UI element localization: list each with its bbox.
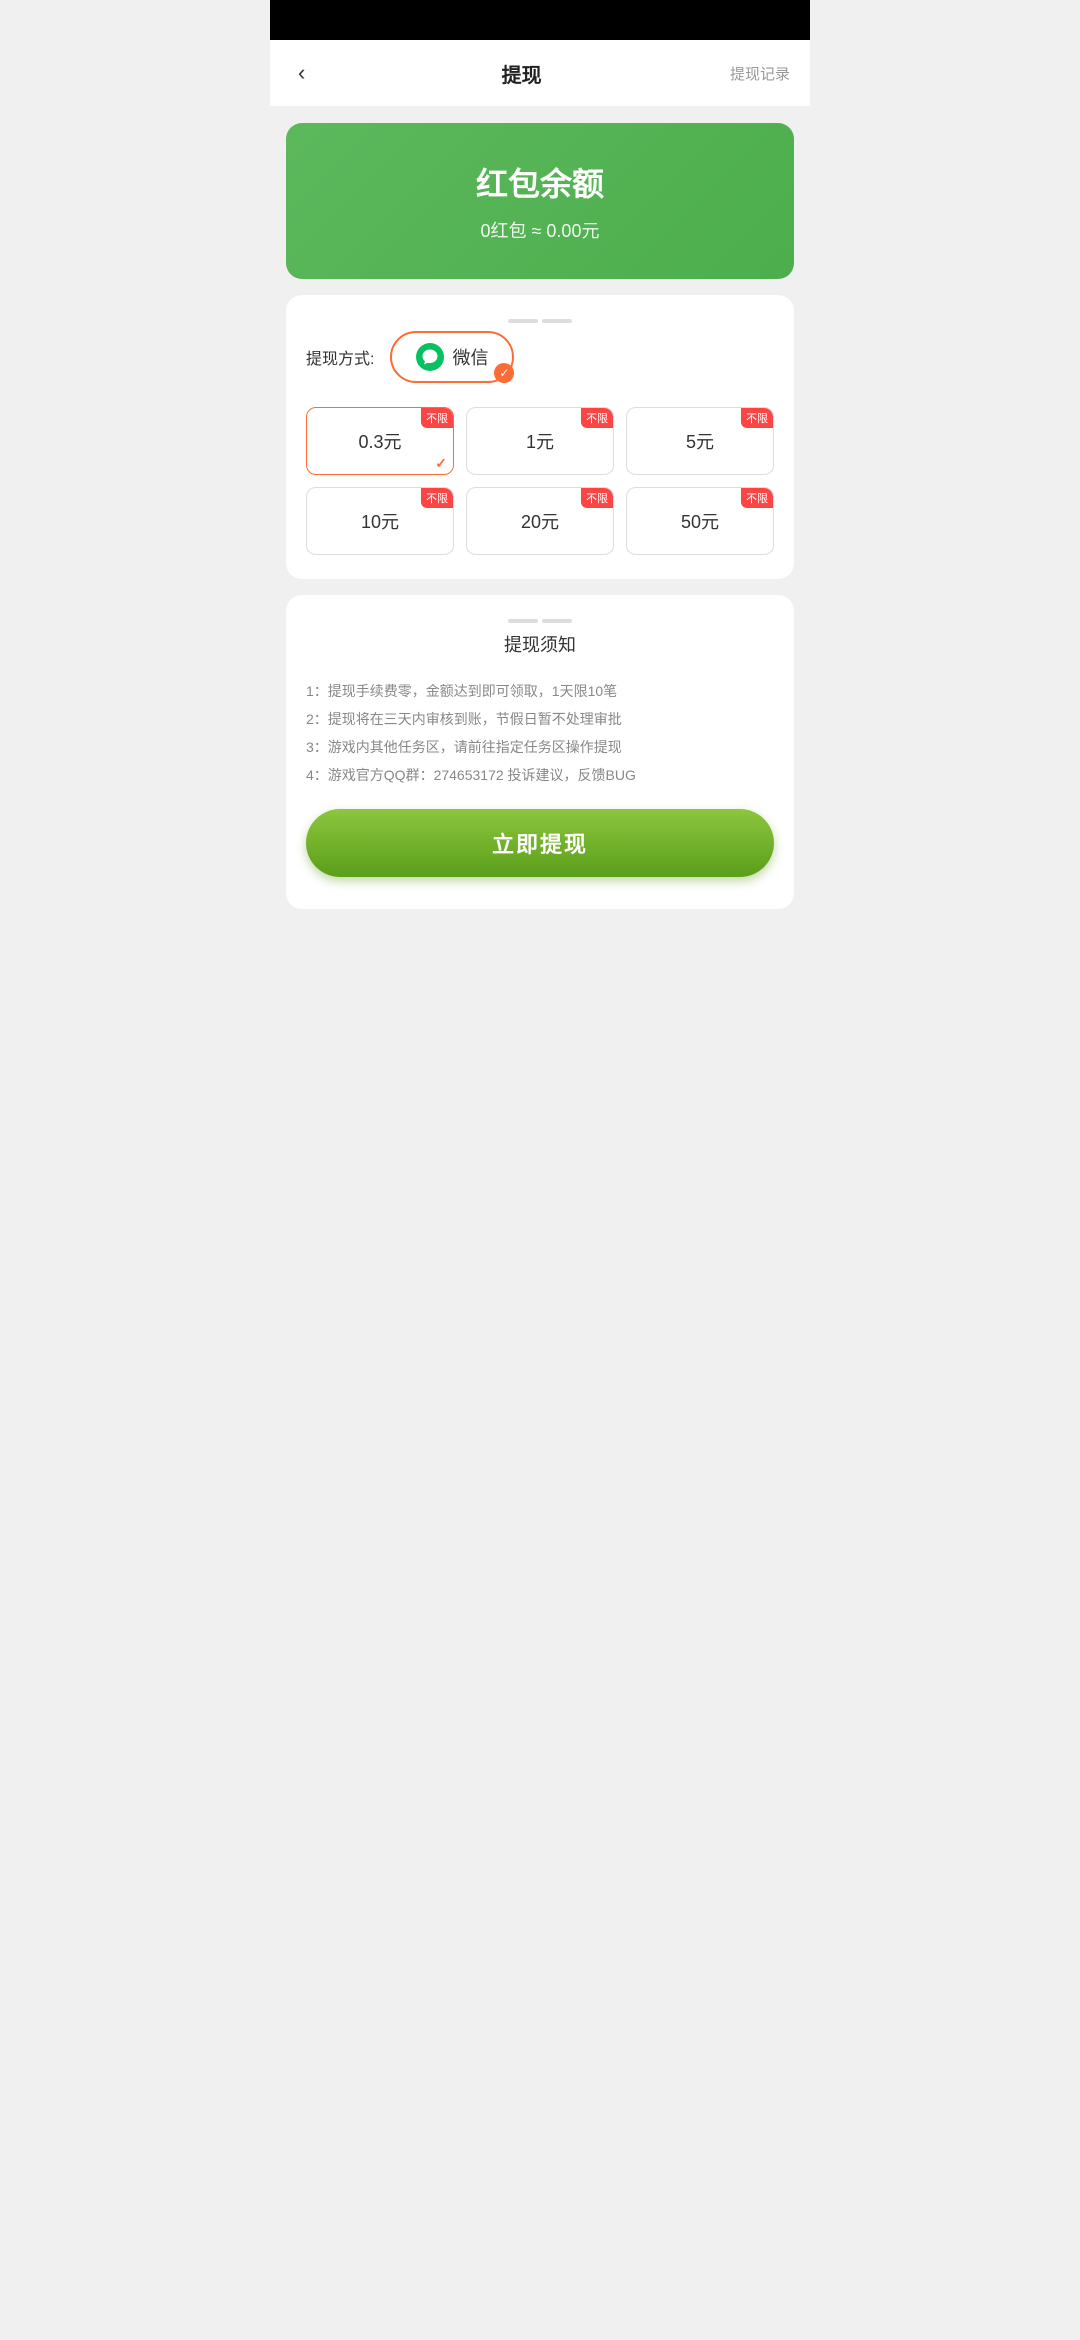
- status-bar: [270, 0, 810, 40]
- withdraw-method-label: 提现方式:: [306, 345, 374, 369]
- amount-btn-4[interactable]: 不限 20元: [466, 487, 614, 555]
- amount-value-4: 20元: [521, 512, 559, 532]
- header: ‹ 提现 提现记录: [270, 40, 810, 107]
- notice-item-2: 3：游戏内其他任务区，请前往指定任务区操作提现: [306, 733, 774, 761]
- amount-value-3: 10元: [361, 512, 399, 532]
- amount-badge-4: 不限: [581, 488, 613, 508]
- notice-item-3: 4：游戏官方QQ群：274653172 投诉建议，反馈BUG: [306, 761, 774, 789]
- amount-badge-2: 不限: [741, 408, 773, 428]
- amount-value-0: 0.3元: [358, 432, 401, 452]
- wechat-icon: [416, 343, 444, 371]
- amount-badge-1: 不限: [581, 408, 613, 428]
- notice-card: 提现须知 1：提现手续费零，金额达到即可领取，1天限10笔 2：提现将在三天内审…: [286, 595, 794, 909]
- amount-badge-3: 不限: [421, 488, 453, 508]
- bottom-space: [270, 909, 810, 1109]
- record-link[interactable]: 提现记录: [730, 63, 790, 84]
- notice-item-0: 1：提现手续费零，金额达到即可领取，1天限10笔: [306, 677, 774, 705]
- page-title: 提现: [502, 59, 542, 88]
- wechat-label: 微信: [452, 344, 488, 370]
- amount-btn-3[interactable]: 不限 10元: [306, 487, 454, 555]
- balance-amount: 0红包 ≈ 0.00元: [310, 217, 770, 243]
- amount-btn-0[interactable]: 不限 0.3元: [306, 407, 454, 475]
- divider: [306, 319, 774, 323]
- amount-btn-5[interactable]: 不限 50元: [626, 487, 774, 555]
- withdraw-card: 提现方式: 微信 ✓ 不限 0.3元 不限 1元 不限 5元 不限: [286, 295, 794, 579]
- amount-value-2: 5元: [686, 432, 714, 452]
- wechat-button[interactable]: 微信 ✓: [390, 331, 514, 383]
- notice-divider: [306, 619, 774, 623]
- withdraw-method-row: 提现方式: 微信 ✓: [306, 331, 774, 383]
- back-button[interactable]: ‹: [290, 56, 313, 90]
- amount-badge-0: 不限: [421, 408, 453, 428]
- wechat-check-icon: ✓: [494, 363, 514, 383]
- balance-card: 红包余额 0红包 ≈ 0.00元: [286, 123, 794, 279]
- notice-title: 提现须知: [306, 631, 774, 657]
- amount-value-1: 1元: [526, 432, 554, 452]
- notice-item-1: 2：提现将在三天内审核到账，节假日暂不处理审批: [306, 705, 774, 733]
- submit-button[interactable]: 立即提现: [306, 809, 774, 877]
- amount-value-5: 50元: [681, 512, 719, 532]
- amount-grid: 不限 0.3元 不限 1元 不限 5元 不限 10元 不限 20元 不限 50元: [306, 407, 774, 555]
- balance-title: 红包余额: [310, 159, 770, 205]
- amount-btn-1[interactable]: 不限 1元: [466, 407, 614, 475]
- amount-btn-2[interactable]: 不限 5元: [626, 407, 774, 475]
- amount-badge-5: 不限: [741, 488, 773, 508]
